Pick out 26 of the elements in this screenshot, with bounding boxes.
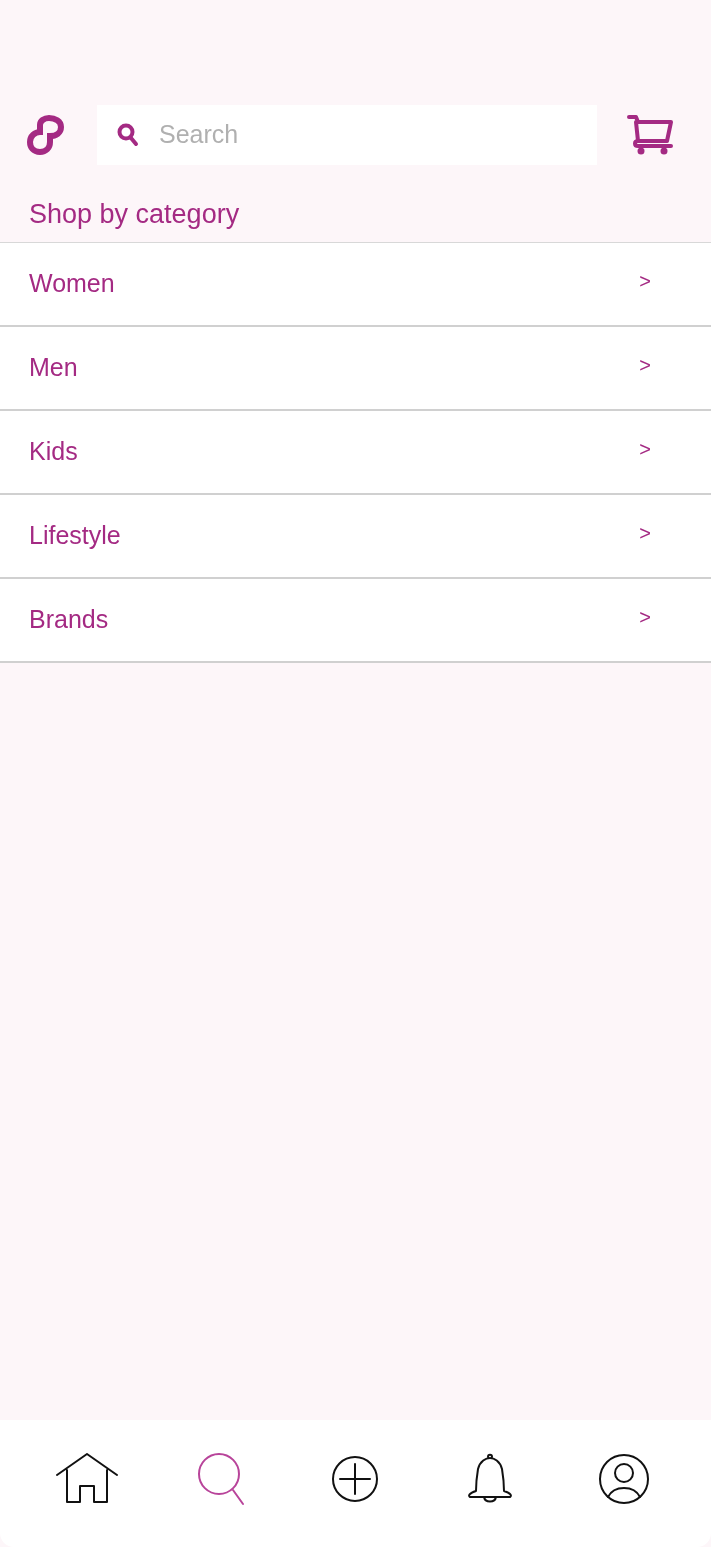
chevron-icon: > [639,518,651,548]
category-label: Women [29,268,115,300]
search-field[interactable]: Search [97,105,597,165]
category-item[interactable]: Women > [0,243,711,327]
category-item[interactable]: Men > [0,327,711,411]
cart-icon[interactable] [627,114,673,156]
search-icon [117,123,139,147]
category-item[interactable]: Lifestyle > [0,495,711,579]
search-input[interactable]: Search [159,116,597,154]
chevron-icon: > [639,266,651,296]
category-item[interactable]: Kids > [0,411,711,495]
chevron-icon: > [639,602,651,632]
add-icon [331,1454,380,1503]
chevron-icon: > [639,350,651,380]
bell-icon [465,1452,514,1505]
logo-icon [27,115,65,155]
category-item[interactable]: Brands > [0,579,711,663]
chevron-icon: > [639,434,651,464]
category-label: Men [29,352,78,384]
category-label: Lifestyle [29,520,121,552]
category-label: Kids [29,436,78,468]
category-label: Brands [29,604,109,636]
home-icon [56,1452,119,1505]
search-icon [197,1451,246,1506]
section-title: Shop by category [29,197,240,231]
profile-icon [597,1452,650,1505]
